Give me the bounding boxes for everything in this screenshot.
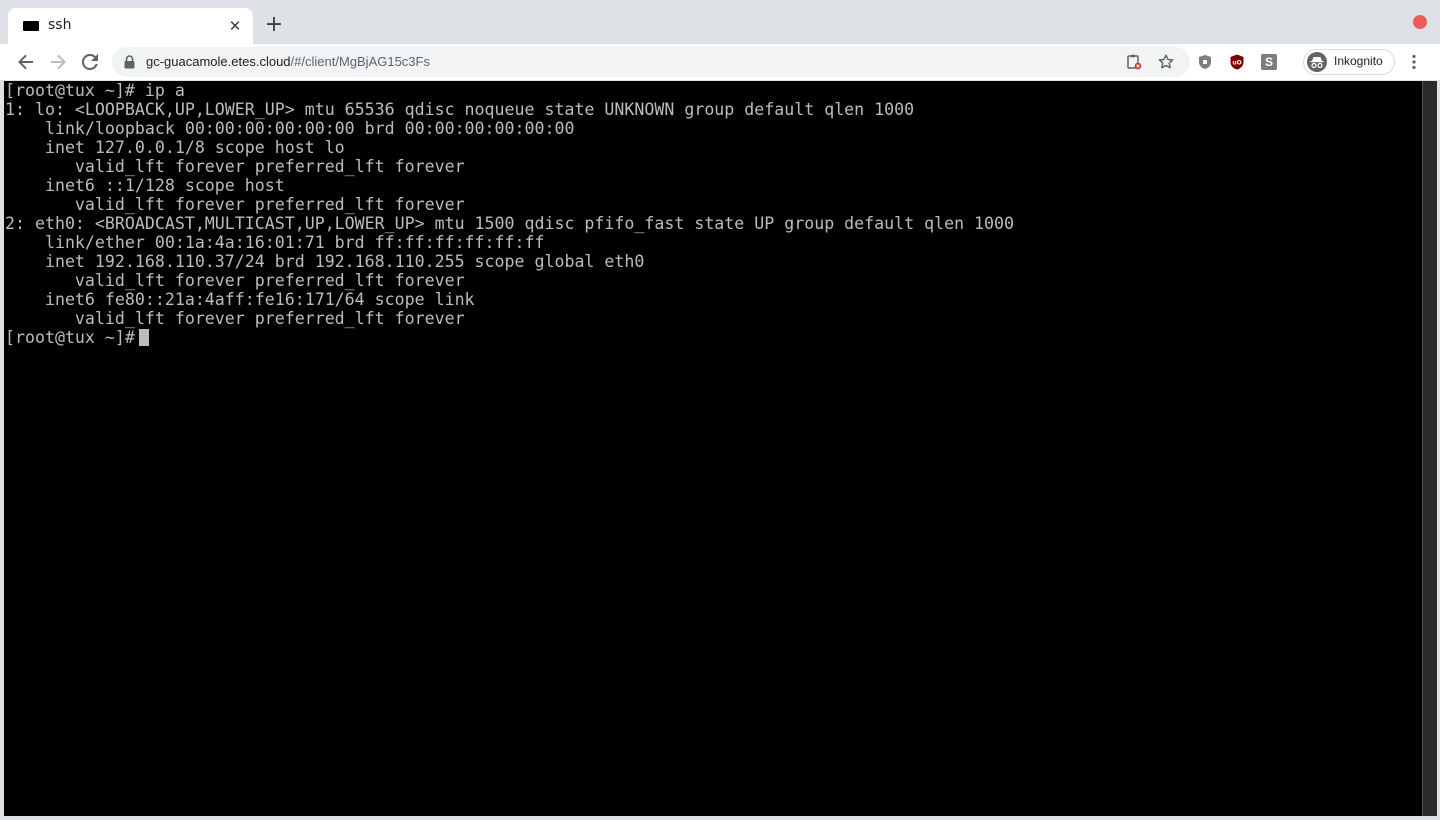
terminal-output: [root@tux ~]# ip a 1: lo: <LOOPBACK,UP,L…: [4, 81, 1014, 347]
terminal-line: inet6 ::1/128 scope host: [44, 176, 285, 195]
clipboard-blocked-icon: [1127, 54, 1142, 70]
terminal-line: 2: eth0: <BROADCAST,MULTICAST,UP,LOWER_U…: [5, 214, 1015, 233]
url-text[interactable]: gc-guacamole.etes.cloud/#/client/MgBjAG1…: [146, 54, 430, 69]
lock-icon: [124, 55, 135, 69]
forward-arrow-icon: [51, 54, 66, 70]
window-close-button[interactable]: [1413, 15, 1427, 29]
reload-icon: [82, 54, 98, 70]
profile-label: Inkognito: [1334, 54, 1383, 68]
browser-window: ssh ✕ + gc-guacamole.etes.cloud/#/client…: [0, 0, 1440, 820]
window-bottom-border: [0, 816, 1440, 820]
forward-button[interactable]: [44, 48, 72, 76]
extension-ublock-button[interactable]: uO: [1223, 48, 1251, 76]
extension-s-button[interactable]: S: [1255, 48, 1283, 76]
terminal-line: [root@tux ~]# ip a: [5, 81, 185, 100]
terminal-line: valid_lft forever preferred_lft forever: [74, 157, 465, 176]
terminal-prompt: [root@tux ~]#: [5, 328, 135, 347]
extension-shield-button[interactable]: [1191, 48, 1219, 76]
terminal-line: link/ether 00:1a:4a:16:01:71 brd ff:ff:f…: [44, 233, 545, 252]
terminal-line: 1: lo: <LOOPBACK,UP,LOWER_UP> mtu 65536 …: [5, 100, 915, 119]
new-tab-button[interactable]: +: [262, 13, 286, 37]
terminal-scrollbar[interactable]: [1422, 81, 1437, 816]
bookmark-star-button[interactable]: [1156, 52, 1176, 72]
kebab-menu-icon: [1412, 54, 1416, 70]
back-button[interactable]: [12, 48, 40, 76]
svg-text:uO: uO: [1232, 60, 1241, 67]
ublock-icon: uO: [1230, 54, 1244, 70]
terminal-line: inet 192.168.110.37/24 brd 192.168.110.2…: [44, 252, 645, 271]
browser-toolbar: gc-guacamole.etes.cloud/#/client/MgBjAG1…: [0, 44, 1440, 80]
terminal-line: valid_lft forever preferred_lft forever: [74, 309, 465, 328]
reload-button[interactable]: [76, 48, 104, 76]
incognito-icon: [1307, 52, 1327, 72]
terminal-line: valid_lft forever preferred_lft forever: [74, 195, 465, 214]
clipboard-blocked-button[interactable]: [1124, 52, 1144, 72]
url-host: gc-guacamole.etes.cloud: [146, 54, 291, 69]
terminal-line: valid_lft forever preferred_lft forever: [74, 271, 465, 290]
tab-strip: ssh ✕ +: [0, 0, 1440, 44]
incognito-profile-button[interactable]: Inkognito: [1303, 49, 1395, 75]
address-bar[interactable]: gc-guacamole.etes.cloud/#/client/MgBjAG1…: [112, 47, 1190, 77]
s-extension-icon: S: [1261, 54, 1277, 70]
terminal-line: link/loopback 00:00:00:00:00:00 brd 00:0…: [44, 119, 575, 138]
terminal-cursor: [138, 329, 149, 346]
tab-title: ssh: [48, 17, 72, 33]
terminal-line: inet 127.0.0.1/8 scope host lo: [44, 138, 345, 157]
terminal-favicon-icon: [23, 21, 39, 31]
tab-close-icon[interactable]: ✕: [225, 16, 245, 36]
browser-menu-button[interactable]: [1400, 48, 1428, 76]
shield-icon: [1199, 55, 1211, 69]
ssh-terminal[interactable]: [root@tux ~]# ip a 1: lo: <LOOPBACK,UP,L…: [4, 81, 1422, 816]
tab-ssh[interactable]: ssh ✕: [8, 8, 253, 44]
back-arrow-icon: [18, 54, 33, 70]
terminal-line: inet6 fe80::21a:4aff:fe16:171/64 scope l…: [44, 290, 475, 309]
star-icon: [1158, 54, 1174, 69]
url-path: /#/client/MgBjAG15c3Fs: [290, 54, 430, 69]
